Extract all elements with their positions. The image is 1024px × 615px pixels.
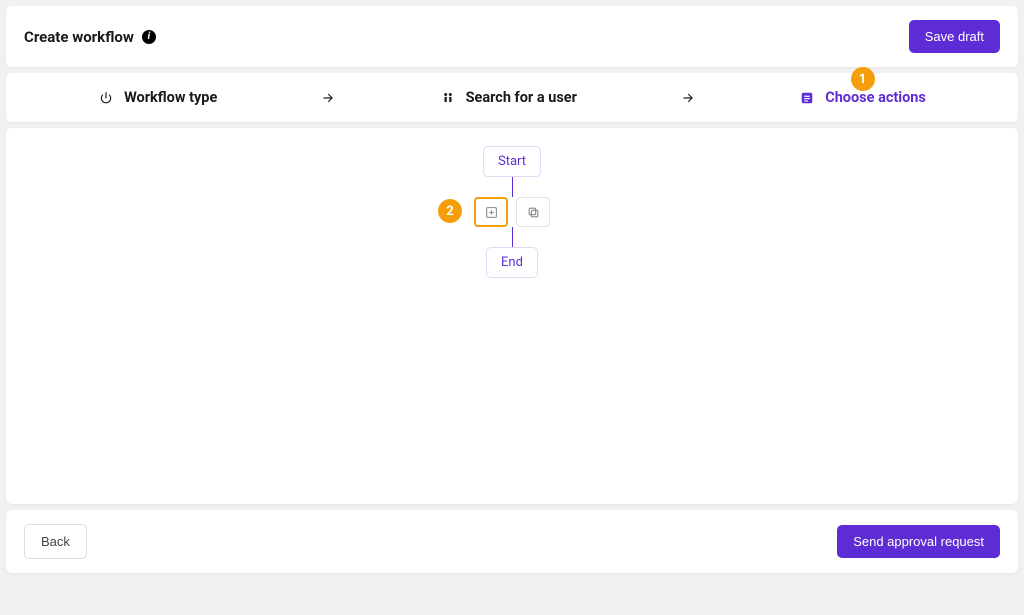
connector-line (512, 227, 513, 247)
step-choose-actions[interactable]: Choose actions 1 (799, 89, 926, 106)
callout-badge-2: 2 (438, 199, 462, 223)
copy-action-button[interactable] (516, 197, 550, 227)
start-node[interactable]: Start (483, 146, 541, 177)
footer-bar: Back Send approval request (6, 510, 1018, 573)
step-search-user[interactable]: Search for a user (440, 89, 577, 106)
back-button[interactable]: Back (24, 524, 87, 559)
connector-line (512, 177, 513, 197)
page-title-text: Create workflow (24, 28, 134, 46)
workflow-canvas: Start 2 End (6, 128, 1018, 504)
workflow-flow: Start 2 End (474, 146, 550, 278)
users-icon (440, 90, 456, 106)
info-icon[interactable]: i (142, 30, 156, 44)
save-draft-button[interactable]: Save draft (909, 20, 1000, 53)
add-action-row: 2 (474, 197, 550, 227)
step-separator (681, 91, 695, 105)
step-workflow-type[interactable]: Workflow type (98, 89, 217, 106)
callout-badge-1: 1 (851, 67, 875, 91)
copy-icon (527, 206, 540, 219)
page-title: Create workflow i (24, 28, 156, 46)
header-bar: Create workflow i Save draft (6, 6, 1018, 67)
send-approval-button[interactable]: Send approval request (837, 525, 1000, 558)
step-label: Workflow type (124, 89, 217, 106)
step-label: Search for a user (466, 89, 577, 106)
wizard-steps: Workflow type Search for a user Choose a… (6, 73, 1018, 122)
plus-square-icon (485, 206, 498, 219)
end-node[interactable]: End (486, 247, 538, 278)
checklist-icon (799, 90, 815, 106)
power-icon (98, 90, 114, 106)
step-label: Choose actions (825, 89, 926, 106)
step-separator (321, 91, 335, 105)
add-action-button[interactable] (474, 197, 508, 227)
